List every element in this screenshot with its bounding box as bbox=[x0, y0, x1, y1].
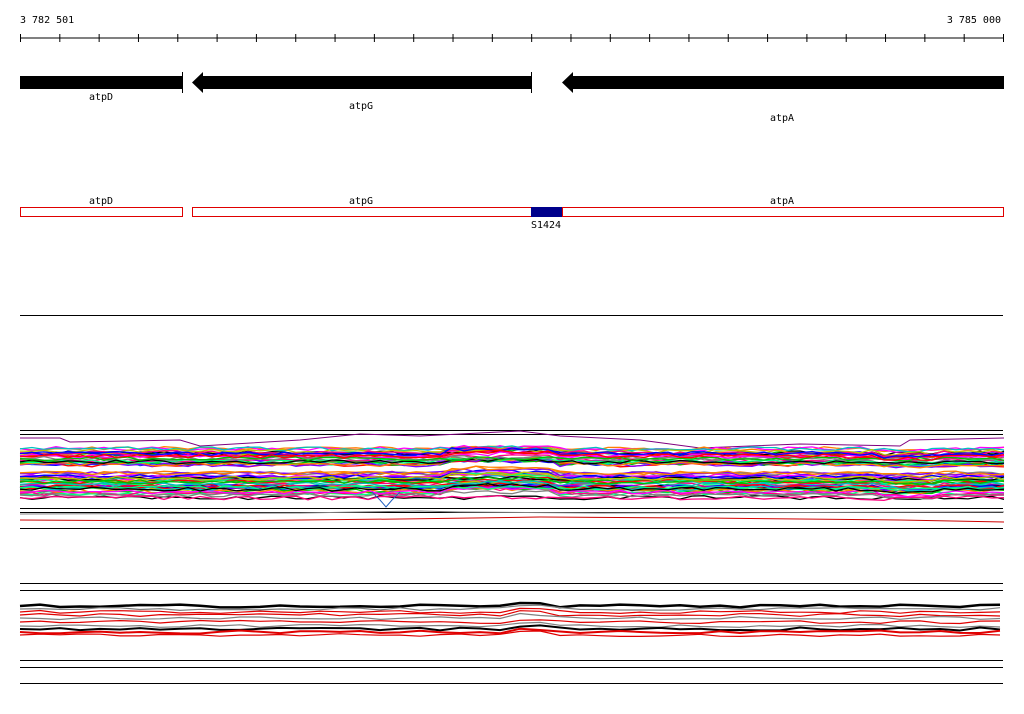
lower-line bbox=[19, 619, 1001, 625]
feature-marker[interactable] bbox=[531, 207, 562, 217]
gene-label-atpD: atpD bbox=[89, 92, 113, 103]
gene-atpD[interactable]: atpD bbox=[20, 72, 183, 103]
feature-label-atpG: atpG bbox=[349, 196, 373, 207]
lower-line bbox=[19, 624, 1001, 632]
coordinate-ruler: 3 782 501 3 785 000 bbox=[20, 15, 1004, 42]
gene-arrow-atpG[interactable] bbox=[192, 72, 531, 93]
feature-track: atpD atpG atpA S1424 bbox=[20, 196, 1004, 231]
feature-label-atpD: atpD bbox=[89, 196, 113, 207]
coverage-track bbox=[19, 430, 1005, 529]
genome-browser: 3 782 501 3 785 000 atpD atpG atpA atpD … bbox=[19, 15, 1005, 684]
gene-track: atpD atpG atpA bbox=[20, 72, 1004, 124]
gene-arrow-atpA[interactable] bbox=[562, 72, 1004, 93]
ruler-start-label: 3 782 501 bbox=[20, 15, 74, 26]
feature-label-atpA: atpA bbox=[770, 196, 794, 207]
feature-box-atpG[interactable] bbox=[192, 207, 532, 217]
coverage-line bbox=[19, 516, 1005, 523]
feature-marker-label: S1424 bbox=[531, 220, 561, 231]
gene-label-atpG: atpG bbox=[349, 101, 373, 112]
feature-box-atpA[interactable] bbox=[562, 207, 1004, 217]
lower-track bbox=[19, 583, 1003, 684]
ruler-end-label: 3 785 000 bbox=[947, 15, 1001, 26]
gene-arrow-atpD[interactable] bbox=[20, 76, 182, 89]
lower-line bbox=[19, 621, 1001, 628]
feature-box-atpD[interactable] bbox=[20, 207, 183, 217]
gene-atpA[interactable]: atpA bbox=[562, 72, 1004, 124]
gene-label-atpA: atpA bbox=[770, 113, 794, 124]
gene-atpG[interactable]: atpG bbox=[192, 72, 532, 112]
